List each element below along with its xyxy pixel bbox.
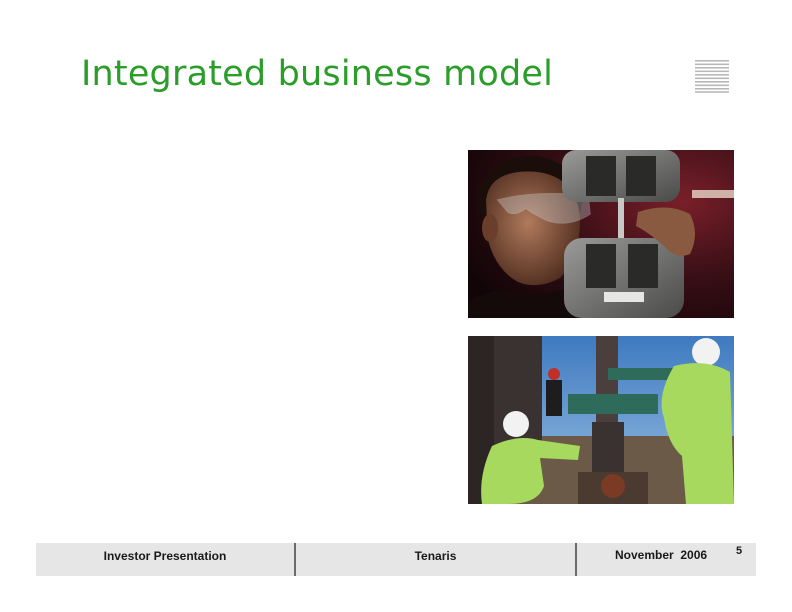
footer-center: Tenaris [295, 543, 576, 576]
lab-technician-photo [468, 150, 734, 318]
footer-left: Investor Presentation [36, 543, 294, 576]
footer-presentation-label: Investor Presentation [103, 549, 227, 563]
footer-bar: Investor Presentation Tenaris November 2… [36, 543, 756, 576]
footer-right: November 2006 [615, 543, 715, 576]
slide-title: Integrated business model [81, 54, 554, 94]
drilling-rig-crew-photo [468, 336, 734, 504]
footer-company-label: Tenaris [414, 549, 457, 563]
logo-stripes-icon [695, 59, 729, 93]
footer-date-label: November 2006 [615, 548, 708, 562]
footer-divider-2 [575, 543, 577, 576]
page-number: 5 [736, 545, 743, 557]
